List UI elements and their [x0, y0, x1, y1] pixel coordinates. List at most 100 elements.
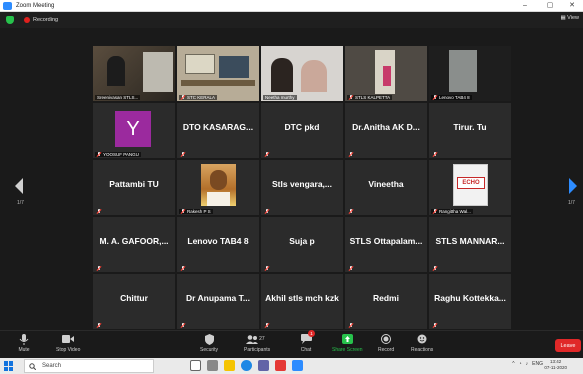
muted-mic-icon — [181, 266, 185, 271]
chat-button[interactable]: 1 Chat — [300, 330, 315, 353]
participant-label — [263, 323, 273, 328]
microphone-icon — [18, 333, 30, 345]
muted-mic-icon — [349, 209, 353, 214]
participant-name: Dr Anupama T... — [186, 292, 250, 303]
participant-label — [431, 323, 441, 328]
participant-tile[interactable]: STLS KALPETTA — [345, 46, 427, 101]
participant-label: Lenovo TAB4 8 — [431, 95, 472, 100]
stop-video-label: Stop Video — [56, 347, 81, 353]
record-label: Record — [378, 347, 395, 353]
zoom-taskbar-icon[interactable] — [292, 360, 303, 371]
participant-name: Raghu Kottekka... — [434, 292, 506, 303]
record-icon — [380, 333, 392, 345]
share-screen-button[interactable]: Share Screen — [332, 333, 363, 353]
reactions-label: Reactions — [411, 347, 434, 353]
participant-tile[interactable]: Suja p — [261, 217, 343, 272]
close-button[interactable]: ✕ — [562, 0, 582, 12]
file-explorer-icon[interactable] — [224, 360, 235, 371]
echo-logo-text: ECHO — [457, 177, 485, 189]
taskbar-clock[interactable]: 13:42 07-11-2020 — [544, 359, 567, 371]
participant-label — [263, 266, 273, 271]
participant-tile[interactable]: ECHO Rangittha Wal... — [429, 160, 511, 215]
language-indicator[interactable]: ENG — [532, 361, 543, 367]
minimize-button[interactable]: – — [515, 0, 535, 12]
muted-mic-icon — [97, 266, 101, 271]
gallery-stage: 1/7 1/7 Sreenivasan STLS... STC KERALA Nee… — [0, 28, 583, 330]
participant-name: Akhil stls mch kzk — [265, 292, 339, 303]
muted-mic-icon — [349, 266, 353, 271]
participant-label — [263, 209, 273, 214]
participant-label — [347, 209, 357, 214]
participant-tile[interactable]: Redmi — [345, 274, 427, 329]
participant-tile[interactable]: Sreenivasan STLS... — [93, 46, 175, 101]
participant-name: STLS Ottapalam... — [349, 235, 423, 246]
participant-tile[interactable]: Pattambi TU — [93, 160, 175, 215]
edge-icon[interactable] — [241, 360, 252, 371]
chevron-left-icon[interactable] — [14, 178, 24, 194]
search-icon — [29, 362, 36, 370]
participant-tile[interactable]: STLS Ottapalam... — [345, 217, 427, 272]
chat-label: Chat — [300, 347, 312, 353]
participant-name: Dr.Anitha AK D... — [352, 121, 420, 132]
participant-tile[interactable]: Dr Anupama T... — [177, 274, 259, 329]
cortana-icon[interactable] — [190, 360, 201, 371]
mail-icon[interactable] — [275, 360, 286, 371]
participant-name: STLS MANNAR... — [435, 235, 505, 246]
muted-mic-icon — [265, 323, 269, 328]
participant-label-text: STLS KALPETTA — [355, 95, 391, 100]
recording-label[interactable]: Recording — [33, 17, 58, 23]
muted-mic-icon — [97, 209, 101, 214]
participant-tile[interactable]: Stls vengara,... — [261, 160, 343, 215]
muted-mic-icon — [181, 152, 185, 157]
participant-tile[interactable]: Y YOOSUF PANGU — [93, 103, 175, 158]
record-button[interactable]: Record — [378, 333, 394, 353]
view-button[interactable]: ▦ View — [560, 15, 579, 21]
participant-tile[interactable]: Dr.Anitha AK D... — [345, 103, 427, 158]
participant-avatar: Y — [115, 111, 151, 147]
participant-label-text: STC KERALA — [187, 95, 216, 100]
participants-button[interactable]: 27 Participants — [244, 333, 270, 353]
mute-button[interactable]: Mute — [18, 333, 30, 353]
volume-icon[interactable]: ♪ — [526, 361, 529, 367]
participant-tile[interactable]: Rakesh P S — [177, 160, 259, 215]
muted-mic-icon — [433, 209, 437, 214]
task-view-icon[interactable] — [207, 360, 218, 371]
participant-tile[interactable]: Lenovo TAB4 8 — [429, 46, 511, 101]
security-button[interactable]: Security — [200, 333, 218, 353]
window-title: Zoom Meeting — [16, 2, 55, 9]
teams-icon[interactable] — [258, 360, 269, 371]
participant-name: Vineetha — [368, 178, 404, 189]
share-screen-icon — [341, 333, 353, 345]
page-indicator-left: 1/7 — [17, 200, 24, 206]
network-icon[interactable]: ◔ — [519, 361, 522, 367]
clock-date: 07-11-2020 — [544, 365, 567, 370]
participant-tile[interactable]: DTO KASARAG... — [177, 103, 259, 158]
participants-label: Participants — [244, 347, 271, 353]
participant-tile[interactable]: Lenovo TAB4 8 — [177, 217, 259, 272]
participant-tile[interactable]: DTC pkd — [261, 103, 343, 158]
muted-mic-icon — [433, 266, 437, 271]
echo-logo: ECHO — [453, 164, 488, 206]
reactions-button[interactable]: Reactions — [411, 333, 433, 353]
tray-up-icon[interactable]: ^ — [512, 361, 514, 367]
participant-name: Lenovo TAB4 8 — [187, 235, 249, 246]
participant-tile[interactable]: Neetha murthy — [261, 46, 343, 101]
participant-tile[interactable]: STC KERALA — [177, 46, 259, 101]
participant-tile[interactable]: Raghu Kottekka... — [429, 274, 511, 329]
participant-tile[interactable]: Akhil stls mch kzk — [261, 274, 343, 329]
participant-tile[interactable]: Chittur — [93, 274, 175, 329]
taskbar-search-field[interactable]: Search — [24, 359, 154, 373]
stop-video-button[interactable]: Stop Video — [56, 333, 80, 353]
muted-mic-icon — [433, 323, 437, 328]
participant-name: Redmi — [373, 292, 399, 303]
participant-tile[interactable]: Vineetha — [345, 160, 427, 215]
windows-start-icon[interactable] — [4, 361, 14, 371]
leave-button[interactable]: Leave — [555, 339, 581, 352]
chevron-right-icon[interactable] — [568, 178, 578, 194]
video-camera-icon — [62, 333, 75, 345]
maximize-button[interactable]: ▢ — [540, 0, 560, 12]
participant-tile[interactable]: STLS MANNAR... — [429, 217, 511, 272]
shield-icon[interactable] — [6, 16, 14, 24]
participant-tile[interactable]: M. A. GAFOOR,... — [93, 217, 175, 272]
participant-tile[interactable]: Tirur. Tu — [429, 103, 511, 158]
